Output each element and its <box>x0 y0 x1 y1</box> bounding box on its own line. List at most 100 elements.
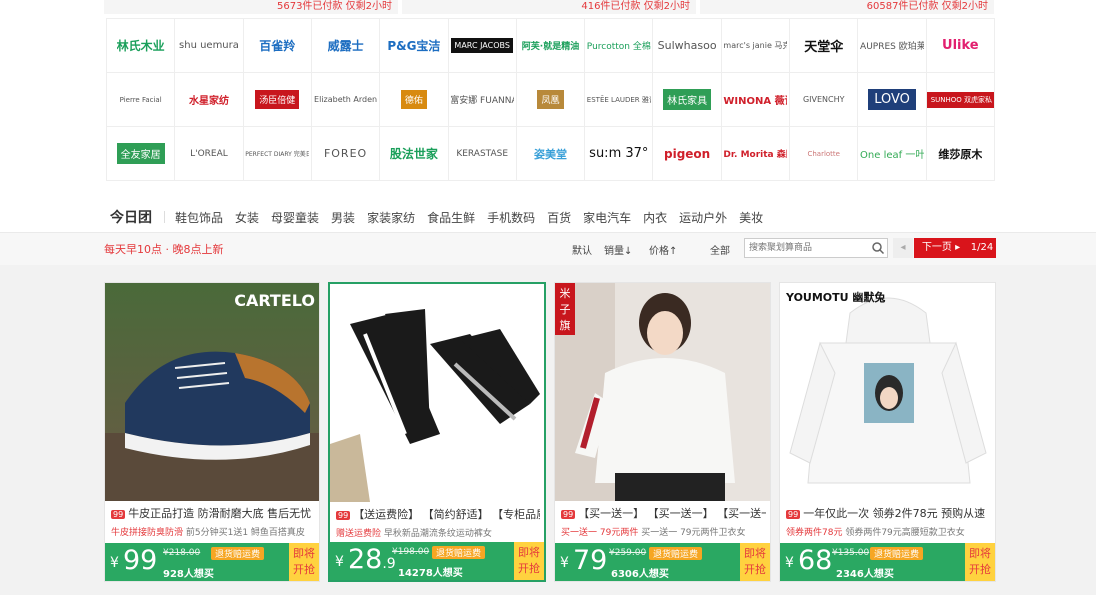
product-image[interactable] <box>330 284 544 502</box>
brand-logo[interactable]: 富安娜 FUANNA <box>448 73 517 127</box>
brand-logo[interactable]: 德佑 <box>380 73 449 127</box>
brand-logo[interactable]: 汤臣倍健 <box>243 73 312 127</box>
brand-logo[interactable]: LOVO <box>858 73 927 127</box>
brand-logo[interactable]: Purcotton 全棉时代 <box>585 19 654 73</box>
category-link[interactable]: 食品生鲜 <box>427 209 475 226</box>
brand-logo[interactable]: KÉRASTASE <box>448 127 517 181</box>
coming-soon-button[interactable]: 即将 开抢 <box>289 543 319 581</box>
coming-soon-button[interactable]: 即将 开抢 <box>740 543 770 581</box>
coming-soon-button[interactable]: 即将 开抢 <box>514 542 544 580</box>
brand-logo[interactable]: Ulike <box>926 19 995 73</box>
brand-watermark: YOUMOTU 幽默兔 <box>786 291 886 304</box>
brand-logo[interactable]: 天堂伞 <box>790 19 859 73</box>
brand-logo[interactable]: One leaf 一叶子 <box>858 127 927 181</box>
sold-count-strip: 5673件已付款 仅剩2小时 416件已付款 仅剩2小时 60587件已付款 仅… <box>104 0 994 15</box>
coming-soon-button[interactable]: 即将 开抢 <box>965 543 995 581</box>
category-link[interactable]: 鞋包饰品 <box>175 209 223 226</box>
freight-badge: 退货赔运费 <box>870 547 924 560</box>
brand-logo[interactable]: pigeon <box>653 127 722 181</box>
freight-badge: 退货赔运费 <box>211 547 265 560</box>
price-bar[interactable]: ¥ 99 ¥218.00 退货赔运费 928人想买 即将 开抢 <box>105 543 319 581</box>
category-link[interactable]: 内衣 <box>643 209 667 226</box>
brand-logo[interactable]: marc's janie 马克珍妮 <box>721 19 791 73</box>
category-link[interactable]: 手机数码 <box>487 209 535 226</box>
category-link[interactable]: 百货 <box>547 209 571 226</box>
original-price: ¥198.00 <box>392 547 430 557</box>
brand-logo[interactable]: Dr. Morita 森田 <box>721 127 791 181</box>
buyers-count: 2346人想买 <box>836 569 894 580</box>
product-title[interactable]: 99 【送运费险】 【简约舒适】 【专柜品质】 <box>336 506 540 522</box>
product-title[interactable]: 99 一年仅此一次 领券2件78元 预购从速 <box>786 505 991 521</box>
brand-logo[interactable]: P&G宝洁 <box>380 19 449 73</box>
search-icon[interactable] <box>871 241 885 255</box>
brand-logo[interactable]: shu uemura <box>175 19 244 73</box>
sort-default[interactable]: 默认 <box>572 242 592 257</box>
brand-watermark: 米子旗 <box>555 283 575 335</box>
brand-logo[interactable]: GIVENCHY <box>790 73 859 127</box>
brand-logo[interactable]: SUNHOO 双虎家私 <box>926 73 995 127</box>
category-link[interactable]: 女装 <box>235 209 259 226</box>
next-page-button[interactable]: 下一页 ▸ <box>914 238 968 258</box>
product-card[interactable]: 米子旗 99 【买一送一】 【买一送一】 【买一送一】 买一送一 79元两件 买一… <box>554 282 771 582</box>
product-promo: 买一送一 79元两件 买一送一 79元两件卫衣女 <box>561 528 746 538</box>
product-card[interactable]: 99 【送运费险】 【简约舒适】 【专柜品质】 赠送运费险 早秋新品潮流条纹运动裤… <box>328 282 546 582</box>
product-title[interactable]: 99 【买一送一】 【买一送一】 【买一送一】 <box>561 505 766 521</box>
brand-logo[interactable]: 水星家纺 <box>175 73 244 127</box>
price: 99 <box>123 545 158 576</box>
tag-badge: 99 <box>786 510 801 519</box>
product-card[interactable]: YOUMOTU 幽默兔 99 一年仅此一次 领券2件78元 预购从速 领券两件78… <box>779 282 996 582</box>
product-image[interactable]: CARTELO <box>105 283 319 501</box>
brand-logo[interactable]: MARC JACOBS <box>448 19 517 73</box>
sort-price[interactable]: 价格↑ <box>649 242 677 257</box>
product-promo: 牛皮拼接防臭防滑 前5分钟买1送1 鲟鱼百搭真皮 <box>111 528 305 538</box>
brand-logo[interactable]: 股法世家 <box>380 127 449 181</box>
brand-logo[interactable]: PERFECT DIARY 完美日记 <box>243 127 312 181</box>
price: 28.9 <box>348 544 396 575</box>
product-card[interactable]: CARTELO 99 牛皮正品打造 防滑耐磨大底 售后无忧 牛皮拼接防臭防滑 前5… <box>104 282 320 582</box>
sort-sales[interactable]: 销量↓ <box>604 242 632 257</box>
tag-badge: 99 <box>561 510 576 519</box>
brand-logo[interactable]: 维莎原木 <box>926 127 995 181</box>
brand-logo[interactable]: 林氏木业 <box>107 19 176 73</box>
product-image[interactable]: YOUMOTU 幽默兔 <box>780 283 995 501</box>
buyers-count: 928人想买 <box>163 569 214 580</box>
price-bar[interactable]: ¥ 68 ¥135.00 退货赔运费 2346人想买 即将 开抢 <box>780 543 995 581</box>
filter-all[interactable]: 全部 <box>710 242 730 257</box>
tag-badge: 99 <box>336 511 351 520</box>
brand-logo[interactable]: Elizabeth Arden <box>311 73 381 127</box>
search-input[interactable] <box>745 239 871 257</box>
category-link[interactable]: 美妆 <box>739 209 763 226</box>
brand-logo[interactable]: AUPRES 欧珀莱 <box>858 19 927 73</box>
brand-logo[interactable]: FOREO <box>311 127 381 181</box>
freight-badge: 退货赔运费 <box>432 546 486 559</box>
brand-logo[interactable]: Charlotte <box>790 127 859 181</box>
product-image[interactable]: 米子旗 <box>555 283 770 501</box>
brand-logo[interactable]: 姿美堂 <box>516 127 586 181</box>
currency-symbol: ¥ <box>110 555 119 571</box>
price: 79 <box>573 545 608 576</box>
brand-logo[interactable]: Sulwhasoo <box>653 19 722 73</box>
category-link[interactable]: 家电汽车 <box>583 209 631 226</box>
brand-logo[interactable]: su:m 37° <box>585 127 654 181</box>
price-bar[interactable]: ¥ 28.9 ¥198.00 退货赔运费 14278人想买 即将 开抢 <box>330 542 544 580</box>
freight-badge: 退货赔运费 <box>649 547 703 560</box>
schedule-notice: 每天早10点 · 晚8点上新 <box>104 243 224 256</box>
brand-logo[interactable]: 百雀羚 <box>243 19 312 73</box>
brand-logo[interactable]: WINONA 薇诺娜 <box>721 73 791 127</box>
brand-logo[interactable]: 全友家居 <box>107 127 176 181</box>
category-link[interactable]: 运动户外 <box>679 209 727 226</box>
original-price: ¥259.00 <box>609 548 647 558</box>
brand-logo[interactable]: L'ORÉAL <box>175 127 244 181</box>
product-title[interactable]: 99 牛皮正品打造 防滑耐磨大底 售后无忧 <box>111 505 315 521</box>
category-link[interactable]: 母婴童装 <box>271 209 319 226</box>
prev-page-button[interactable]: ◂ <box>893 238 913 258</box>
brand-logo[interactable]: ESTĒE LAUDER 雅诗兰黛 <box>585 73 654 127</box>
category-link[interactable]: 家装家纺 <box>367 209 415 226</box>
brand-logo[interactable]: 阿芙·就是精油 <box>516 19 586 73</box>
brand-logo[interactable]: 威露士 <box>311 19 381 73</box>
price-bar[interactable]: ¥ 79 ¥259.00 退货赔运费 6306人想买 即将 开抢 <box>555 543 770 581</box>
brand-logo[interactable]: Pierre Facial <box>107 73 176 127</box>
brand-logo[interactable]: 林氏家具 <box>653 73 722 127</box>
brand-logo[interactable]: 凤凰 <box>516 73 586 127</box>
category-link[interactable]: 男装 <box>331 209 355 226</box>
